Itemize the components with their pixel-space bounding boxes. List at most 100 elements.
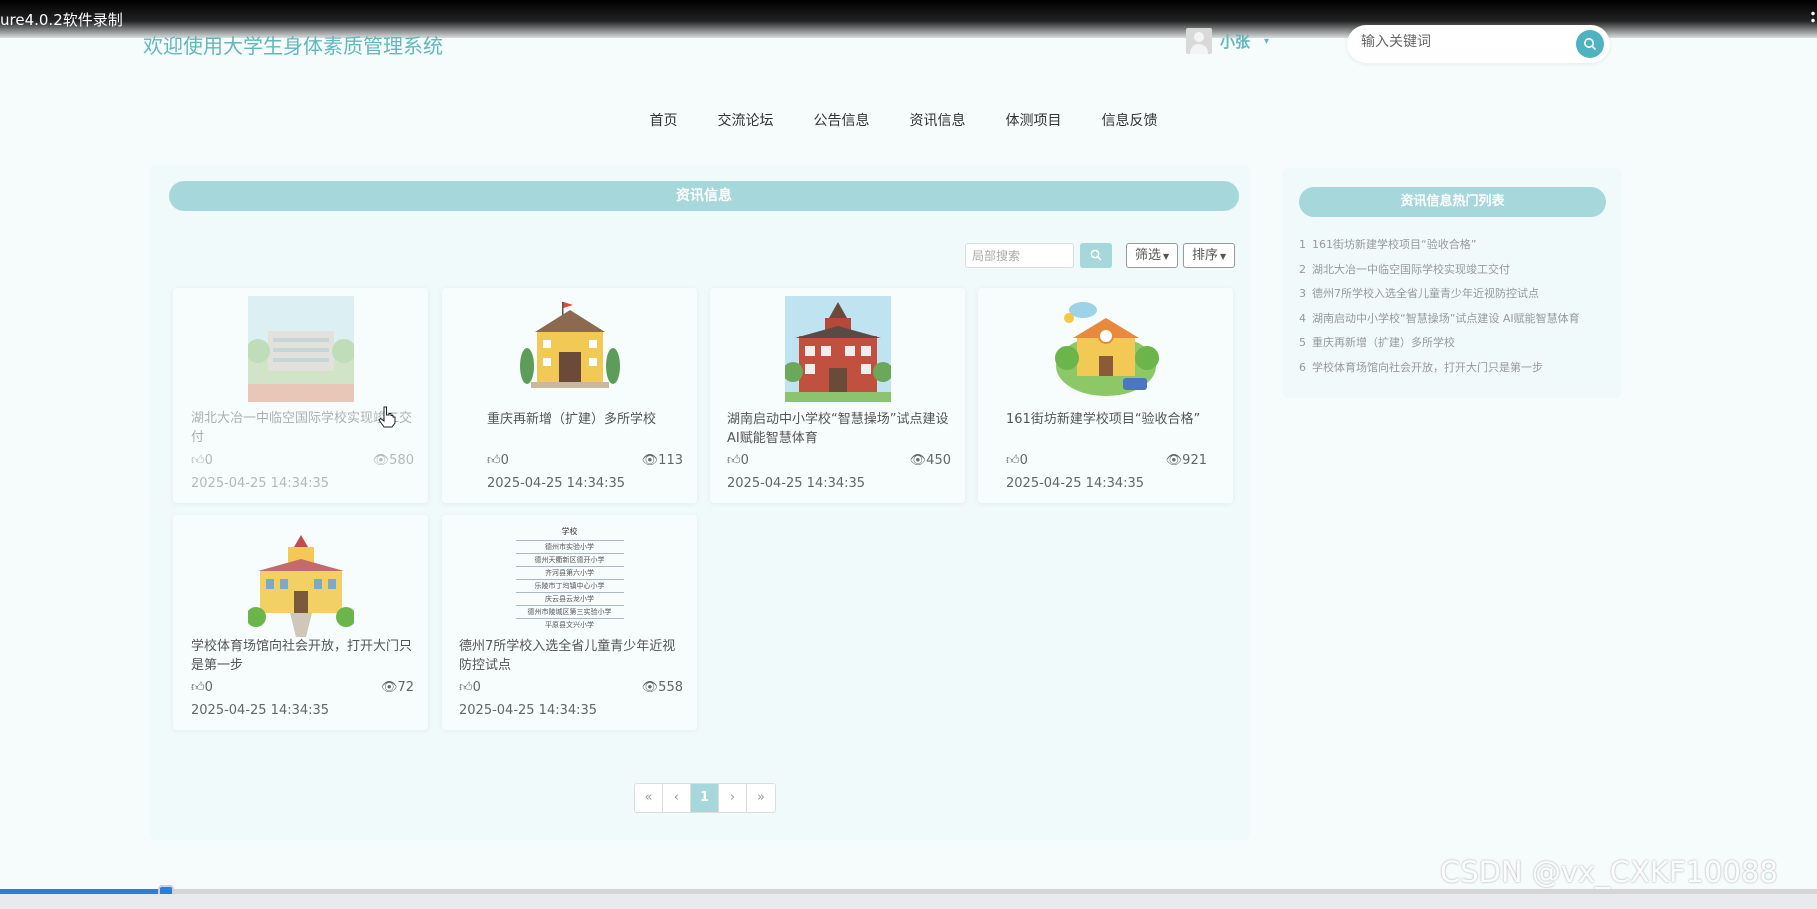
panel-heading: 资讯信息: [169, 181, 1239, 211]
page-first-button[interactable]: «: [635, 784, 663, 812]
more-icon[interactable]: [1811, 10, 1815, 24]
news-card[interactable]: 161街坊新建学校项目“验收合格” 👍︎0 👁︎921 2025-04-25 1…: [978, 288, 1233, 503]
school-building-image: [247, 535, 354, 637]
view-count: 👁︎921: [1165, 453, 1207, 468]
chevron-down-icon[interactable]: ▾: [1264, 36, 1269, 47]
view-count: 👁︎580: [372, 453, 414, 468]
card-date: 2025-04-25 14:34:35: [487, 476, 626, 491]
recorder-title: ure4.0.2软件录制: [0, 11, 123, 29]
thumb-up-icon: 👍︎: [459, 680, 473, 695]
card-title[interactable]: 湖南启动中小学校“智慧操场”试点建设 AI赋能智慧体育: [727, 410, 951, 448]
hot-list-item[interactable]: 6 学校体育场馆向社会开放，打开大门只是第一步: [1299, 358, 1599, 383]
nav-item-home[interactable]: 首页: [630, 110, 698, 130]
news-card[interactable]: 湖南启动中小学校“智慧操场”试点建设 AI赋能智慧体育 👍︎0 👁︎450 20…: [710, 288, 965, 503]
eye-icon: 👁︎: [641, 453, 659, 468]
page-prev-button[interactable]: ‹: [663, 784, 691, 812]
like-count[interactable]: 👍︎0: [1006, 453, 1028, 468]
view-count: 👁︎558: [641, 680, 683, 695]
news-card[interactable]: 学校体育场馆向社会开放，打开大门只是第一步 👍︎0 👁︎72 2025-04-2…: [173, 515, 428, 730]
page-last-button[interactable]: »: [747, 784, 775, 812]
pagination: « ‹ 1 › »: [634, 783, 776, 813]
search-icon: [1584, 38, 1597, 51]
caret-down-icon: ▼: [1163, 252, 1170, 261]
card-title[interactable]: 重庆再新增（扩建）多所学校: [487, 410, 683, 429]
hot-list: 1 161街坊新建学校项目“验收合格” 2 湖北大冶一中临空国际学校实现竣工交付 3…: [1299, 235, 1599, 382]
card-date: 2025-04-25 14:34:35: [191, 476, 330, 491]
school-list-row: 德州市陵城区第三实验小学: [515, 606, 624, 619]
user-name[interactable]: 小张: [1220, 31, 1250, 52]
news-card[interactable]: 湖北大冶一中临空国际学校实现竣工交付 👍︎0 👁︎580 2025-04-25 …: [173, 288, 428, 503]
thumb-up-icon: 👍︎: [1006, 453, 1020, 468]
user-menu[interactable]: 小张 ▾: [1186, 28, 1269, 54]
card-date: 2025-04-25 14:34:35: [191, 703, 330, 718]
thumb-up-icon: 👍︎: [191, 680, 205, 695]
avatar: [1186, 28, 1212, 54]
eye-icon: 👁︎: [909, 453, 927, 468]
filter-dropdown[interactable]: 筛选 ▼: [1126, 243, 1179, 268]
nav-item-forum[interactable]: 交流论坛: [698, 110, 794, 130]
sort-dropdown[interactable]: 排序 ▼: [1183, 243, 1236, 268]
hot-list-item[interactable]: 4 湖南启动中小学校“智慧操场”试点建设 AI赋能智慧体育: [1299, 309, 1599, 334]
nav-item-test[interactable]: 体测项目: [986, 110, 1082, 130]
nav-item-notice[interactable]: 公告信息: [794, 110, 890, 130]
school-cartoon-image: [1054, 302, 1159, 396]
page-current[interactable]: 1: [691, 784, 719, 812]
card-title[interactable]: 德州7所学校入选全省儿童青少年近视防控试点: [459, 637, 683, 675]
school-list-row: 乐陵市丁坞镇中心小学: [515, 580, 624, 593]
school-list-row: 庆云县云龙小学: [515, 593, 624, 606]
school-list-row: 平原县文兴小学: [545, 621, 594, 629]
news-card[interactable]: 重庆再新增（扩建）多所学校 👍︎0 👁︎113 2025-04-25 14:34…: [442, 288, 697, 503]
search-icon: [1090, 249, 1102, 261]
news-card[interactable]: 学校 德州市实验小学 德州天衢新区德开小学 齐河县第六小学 乐陵市丁坞镇中心小学…: [442, 515, 697, 730]
like-count[interactable]: 👍︎0: [191, 453, 213, 468]
caret-down-icon: ▼: [1220, 252, 1227, 261]
hot-list-item[interactable]: 3 德州7所学校入选全省儿童青少年近视防控试点: [1299, 284, 1599, 309]
like-count[interactable]: 👍︎0: [191, 680, 213, 695]
filter-label: 筛选: [1135, 248, 1162, 263]
like-count[interactable]: 👍︎0: [487, 453, 509, 468]
school-list-row: 德州市实验小学: [515, 541, 624, 554]
nav-item-feedback[interactable]: 信息反馈: [1082, 110, 1178, 130]
card-date: 2025-04-25 14:34:35: [727, 476, 866, 491]
hot-list-heading: 资讯信息热门列表: [1299, 187, 1606, 217]
header-search: [1347, 25, 1610, 63]
hot-list-item[interactable]: 1 161街坊新建学校项目“验收合格”: [1299, 235, 1599, 260]
view-count: 👁︎450: [909, 453, 951, 468]
hot-list-item[interactable]: 5 重庆再新增（扩建）多所学校: [1299, 333, 1599, 358]
main-nav: 首页 交流论坛 公告信息 资讯信息 体测项目 信息反馈: [0, 110, 1817, 130]
school-photo-image: [247, 296, 354, 402]
like-count[interactable]: 👍︎0: [459, 680, 481, 695]
card-title[interactable]: 161街坊新建学校项目“验收合格”: [1006, 410, 1219, 429]
nav-item-news[interactable]: 资讯信息: [890, 110, 986, 130]
school-list-row: 齐河县第六小学: [515, 567, 624, 580]
eye-icon: 👁︎: [372, 453, 390, 468]
local-search-input[interactable]: [965, 243, 1074, 268]
thumb-up-icon: 👍︎: [487, 453, 501, 468]
school-list-image: 学校 德州市实验小学 德州天衢新区德开小学 齐河县第六小学 乐陵市丁坞镇中心小学…: [515, 526, 624, 644]
card-date: 2025-04-25 14:34:35: [459, 703, 598, 718]
hand-cursor-icon: [378, 406, 396, 428]
eye-icon: 👁︎: [380, 680, 398, 695]
sort-label: 排序: [1192, 248, 1219, 263]
card-date: 2025-04-25 14:34:35: [1006, 476, 1145, 491]
school-list-row: 德州天衢新区德开小学: [515, 554, 624, 567]
player-controls: [0, 894, 1817, 909]
local-search-button[interactable]: [1080, 243, 1112, 268]
school-building-image: [784, 296, 891, 402]
thumb-up-icon: 👍︎: [727, 453, 741, 468]
card-title[interactable]: 学校体育场馆向社会开放，打开大门只是第一步: [191, 637, 414, 675]
eye-icon: 👁︎: [1165, 453, 1183, 468]
search-input[interactable]: [1361, 34, 1561, 50]
eye-icon: 👁︎: [641, 680, 659, 695]
view-count: 👁︎72: [380, 680, 414, 695]
school-list-heading: 学校: [561, 527, 578, 536]
watermark: CSDN @vx_CXKF10088: [1440, 855, 1778, 889]
hot-list-item[interactable]: 2 湖北大冶一中临空国际学校实现竣工交付: [1299, 260, 1599, 285]
like-count[interactable]: 👍︎0: [727, 453, 749, 468]
site-title: 欢迎使用大学生身体素质管理系统: [143, 34, 443, 58]
school-building-image: [519, 302, 620, 388]
page-next-button[interactable]: ›: [719, 784, 747, 812]
search-button[interactable]: [1576, 30, 1604, 58]
view-count: 👁︎113: [641, 453, 683, 468]
thumb-up-icon: 👍︎: [191, 453, 205, 468]
